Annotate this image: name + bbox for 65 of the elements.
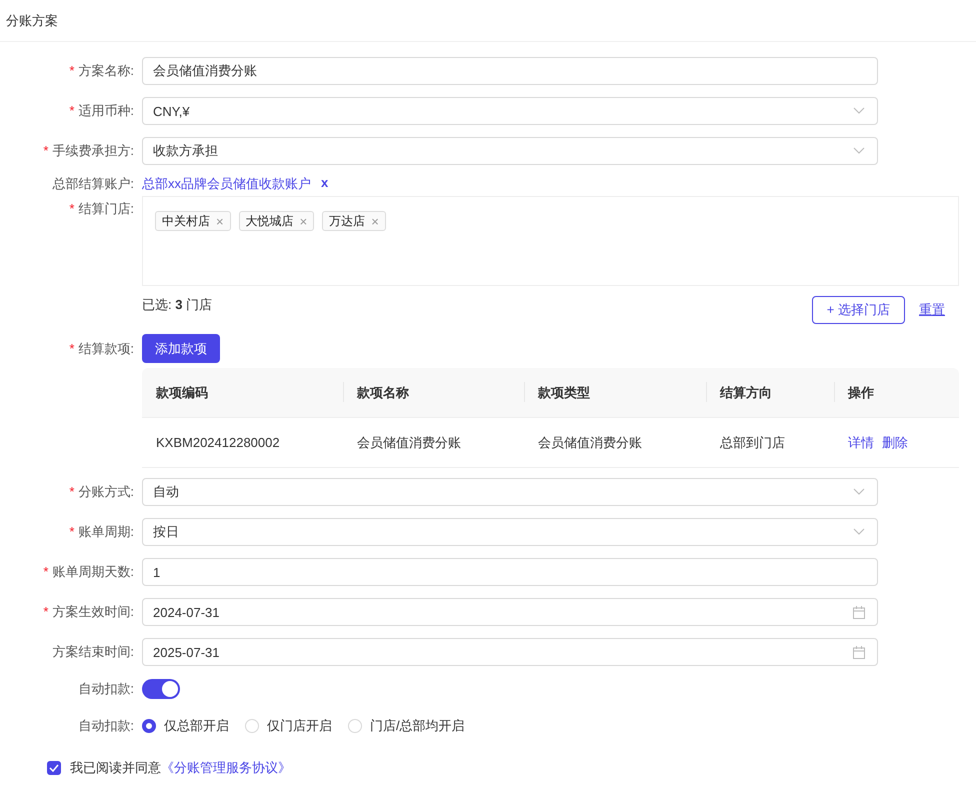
details-link[interactable]: 详情 — [848, 434, 874, 452]
radio-button[interactable] — [142, 719, 156, 733]
select-store-button[interactable]: + 选择门店 — [812, 296, 905, 324]
table-cell: 总部到门店 — [720, 434, 785, 452]
page-title: 分账方案 — [6, 12, 58, 30]
column-header: 款项类型 — [538, 384, 590, 402]
required-asterisk: * — [69, 524, 74, 539]
date-field[interactable]: 2024-07-31 — [142, 598, 878, 626]
select-field[interactable]: 收款方承担 — [142, 137, 878, 165]
field-label: 自动扣款: — [78, 718, 134, 733]
input-field[interactable]: 会员储值消费分账 — [142, 57, 878, 85]
field-label: 方案生效时间: — [52, 604, 134, 619]
radio-label[interactable]: 仅门店开启 — [267, 717, 332, 735]
required-asterisk: * — [69, 201, 74, 216]
chevron-down-icon — [853, 147, 865, 155]
tag-label: 中关村店 — [162, 212, 210, 230]
tag-label: 万达店 — [329, 212, 366, 230]
selected-count: 已选: 3 门店 — [142, 296, 212, 314]
required-asterisk: * — [69, 103, 74, 118]
chevron-down-icon — [853, 107, 865, 115]
chevron-down-icon — [853, 488, 865, 496]
field-label: 结算款项: — [78, 341, 134, 356]
reset-link[interactable]: 重置 — [919, 301, 945, 319]
checkbox[interactable] — [47, 761, 61, 775]
field-label: 结算门店: — [78, 201, 134, 216]
field-label: 账单周期天数: — [52, 564, 134, 579]
select-field[interactable]: 自动 — [142, 478, 878, 506]
table-cell: KXBM202412280002 — [156, 435, 280, 450]
required-asterisk: * — [43, 604, 48, 619]
date-field[interactable]: 2025-07-31 — [142, 638, 878, 666]
tag-label: 大悦城店 — [246, 212, 294, 230]
radio-label[interactable]: 门店/总部均开启 — [370, 717, 465, 735]
select-field[interactable]: CNY,¥ — [142, 97, 878, 125]
column-header: 结算方向 — [720, 384, 772, 402]
remove-link[interactable]: x — [321, 175, 328, 193]
field-label: 总部结算账户: — [52, 176, 134, 191]
calendar-icon — [853, 606, 865, 618]
required-asterisk: * — [43, 564, 48, 579]
toggle-switch[interactable] — [142, 679, 180, 699]
agreement-link[interactable]: 《分账管理服务协议》 — [161, 759, 291, 777]
field-label: 适用币种: — [78, 103, 134, 118]
required-asterisk: * — [69, 63, 74, 78]
field-label: 自动扣款: — [78, 681, 134, 696]
column-header: 款项名称 — [357, 384, 409, 402]
table-cell: 会员储值消费分账 — [538, 434, 642, 452]
agreement-text: 我已阅读并同意 — [70, 759, 161, 777]
required-asterisk: * — [69, 484, 74, 499]
input-field[interactable]: 1 — [142, 558, 878, 586]
required-asterisk: * — [69, 341, 74, 356]
field-label: 方案结束时间: — [52, 644, 134, 659]
table-cell: 会员储值消费分账 — [357, 434, 461, 452]
column-header: 操作 — [848, 384, 874, 402]
field-label: 方案名称: — [78, 63, 134, 78]
field-label: 分账方式: — [78, 484, 134, 499]
select-field[interactable]: 按日 — [142, 518, 878, 546]
delete-link[interactable]: 删除 — [882, 434, 908, 452]
field-label: 账单周期: — [78, 524, 134, 539]
radio-label[interactable]: 仅总部开启 — [164, 717, 229, 735]
field-label: 手续费承担方: — [52, 143, 134, 158]
chevron-down-icon — [853, 528, 865, 536]
column-header: 款项编码 — [156, 384, 208, 402]
required-asterisk: * — [43, 143, 48, 158]
calendar-icon — [853, 646, 865, 658]
account-link[interactable]: 总部xx品牌会员储值收款账户 — [142, 175, 311, 193]
add-item-button[interactable]: 添加款项 — [142, 334, 220, 363]
